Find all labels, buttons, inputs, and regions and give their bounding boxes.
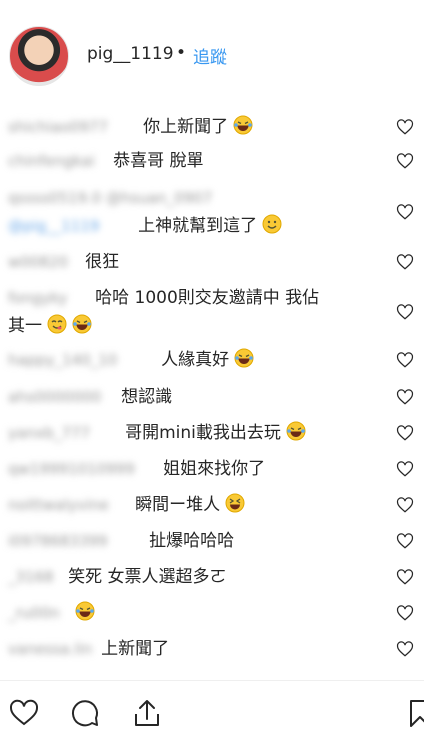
- comment-username[interactable]: noittwalyvine: [8, 491, 130, 519]
- like-comment-heart-icon[interactable]: [396, 152, 414, 170]
- username[interactable]: pig__1119: [87, 44, 174, 64]
- comment-text: 哥開mini載我出去玩: [125, 423, 281, 443]
- comment-text: 笑死 女票人選超多ㄛ: [68, 567, 227, 587]
- comment-username[interactable]: yanxb_777: [8, 419, 120, 447]
- comment-icon[interactable]: [70, 698, 100, 728]
- heart-icon[interactable]: [9, 698, 39, 728]
- comment-username[interactable]: qssss0519.0 @hsuan_0907: [8, 184, 248, 212]
- like-comment-heart-icon[interactable]: [396, 351, 414, 369]
- comment-text: 上神就幫到這了: [138, 216, 258, 236]
- comment-text: 姐姐來找你了: [163, 459, 266, 479]
- comment-text: 瞬間ー堆人: [135, 495, 221, 515]
- follow-button[interactable]: 追蹤: [193, 43, 227, 68]
- comment-username[interactable]: happy_140_10: [8, 346, 156, 374]
- like-comment-heart-icon[interactable]: [396, 604, 414, 622]
- comment-text: 上新聞了: [101, 639, 170, 659]
- comment-text-continued: 其一: [8, 316, 42, 336]
- avatar[interactable]: [9, 26, 69, 86]
- laughing-tears-emoji-icon: [75, 601, 95, 621]
- post-header: pig__1119 • 追蹤: [0, 0, 424, 108]
- comment-username[interactable]: i0978683399: [8, 527, 144, 555]
- yum-face-emoji-icon: [47, 314, 67, 334]
- comment-username[interactable]: vanessa.lin: [8, 635, 96, 663]
- like-comment-heart-icon[interactable]: [396, 424, 414, 442]
- squinting-laugh-emoji-icon: [225, 493, 245, 513]
- share-icon[interactable]: [132, 698, 162, 728]
- comment-username[interactable]: shichiao0977: [8, 113, 138, 141]
- comment-username[interactable]: _3168: [8, 563, 63, 591]
- laughing-tears-emoji-icon: [72, 314, 92, 334]
- like-comment-heart-icon[interactable]: [396, 640, 414, 658]
- smiling-face-emoji-icon: [262, 214, 282, 234]
- laughing-tears-emoji-icon: [286, 421, 306, 441]
- comment-username[interactable]: qw19991010999: [8, 455, 158, 483]
- comment-text: 哈哈 1000則交友邀請中 我佔: [95, 288, 320, 308]
- comment-text: 想認識: [121, 387, 173, 407]
- like-comment-heart-icon[interactable]: [396, 253, 414, 271]
- comment-text: 你上新聞了: [143, 117, 229, 137]
- like-comment-heart-icon[interactable]: [396, 532, 414, 550]
- laughing-tears-emoji-icon: [233, 115, 253, 135]
- separator-dot: •: [176, 43, 187, 63]
- like-comment-heart-icon[interactable]: [396, 303, 414, 321]
- like-comment-heart-icon[interactable]: [396, 203, 414, 221]
- like-comment-heart-icon[interactable]: [396, 568, 414, 586]
- comment-username[interactable]: w00820: [8, 248, 80, 276]
- comment-text: 扯爆哈哈哈: [149, 531, 235, 551]
- comment-username[interactable]: _ru00n: [8, 599, 70, 627]
- like-comment-heart-icon[interactable]: [396, 496, 414, 514]
- like-comment-heart-icon[interactable]: [396, 118, 414, 136]
- like-comment-heart-icon[interactable]: [396, 388, 414, 406]
- comment-text: 很狂: [85, 252, 120, 272]
- comment-text: 恭喜哥 脫單: [113, 151, 204, 171]
- comment-text: 人緣真好: [161, 350, 230, 370]
- laughing-tears-emoji-icon: [234, 348, 254, 368]
- bookmark-icon[interactable]: [405, 698, 424, 728]
- comment-username[interactable]: chinfengkai: [8, 147, 108, 175]
- like-comment-heart-icon[interactable]: [396, 460, 414, 478]
- comment-username[interactable]: fongyky: [8, 284, 90, 312]
- mention-link[interactable]: @pig__1119: [8, 212, 133, 240]
- comment-username[interactable]: ahs0000000: [8, 383, 116, 411]
- divider: [0, 680, 424, 681]
- action-bar: [0, 692, 424, 732]
